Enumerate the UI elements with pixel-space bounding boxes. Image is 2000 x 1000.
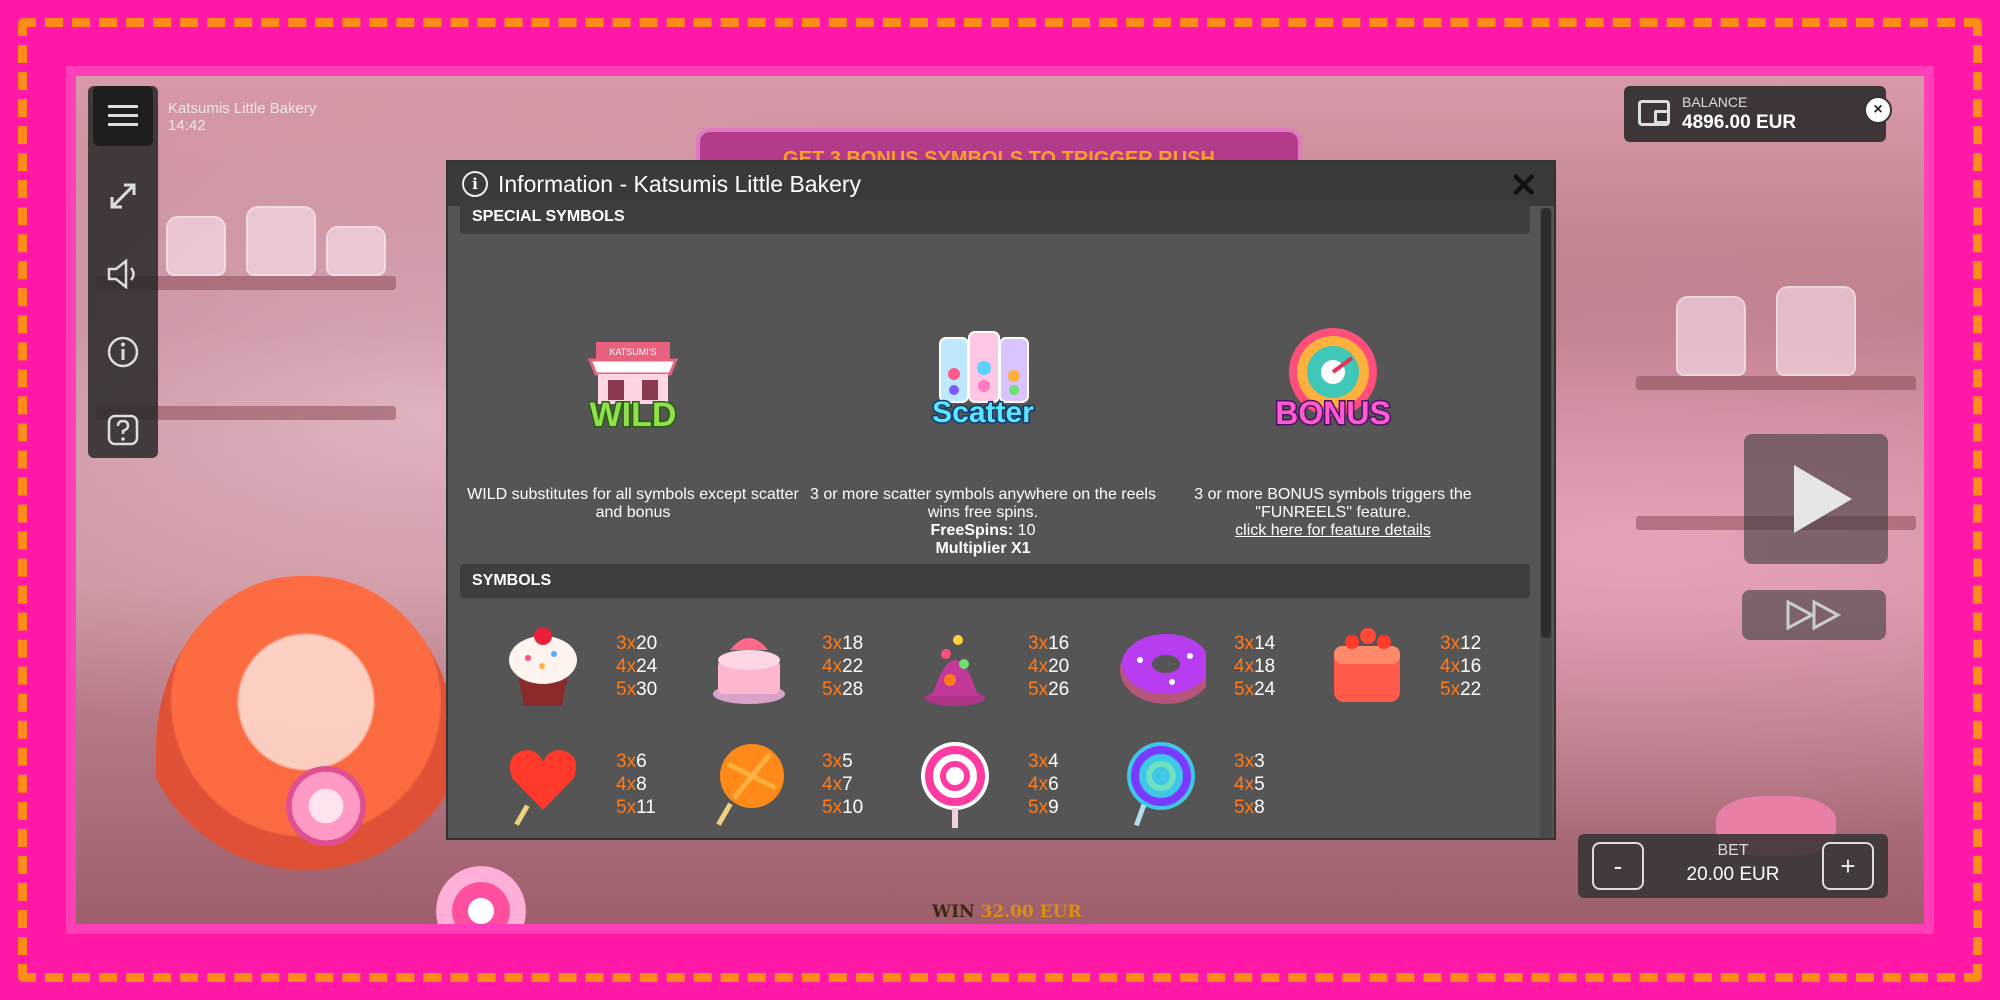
svg-text:KATSUMI'S: KATSUMI'S bbox=[609, 347, 656, 357]
menu-button[interactable] bbox=[93, 86, 153, 146]
modal-title: Information - Katsumis Little Bakery bbox=[498, 170, 862, 197]
bonus-description: 3 or more BONUS symbols triggers the "FU… bbox=[1194, 486, 1472, 521]
paytable-item-jelly-cube: 3x12 4x16 5x22 bbox=[1322, 620, 1528, 720]
pay-values: 3x18 4x22 5x28 bbox=[822, 633, 864, 700]
pay-values: 3x12 4x16 5x22 bbox=[1440, 633, 1482, 700]
hamburger-icon bbox=[108, 105, 138, 126]
donut-icon bbox=[1120, 634, 1206, 704]
balance-value: 4896.00 EUR bbox=[1682, 112, 1797, 133]
side-menu bbox=[88, 86, 158, 458]
scatter-label: Scatter bbox=[932, 396, 1034, 429]
paytable-item-donut: 3x14 4x18 5x24 bbox=[1116, 620, 1322, 720]
pay-values: 3x14 4x18 5x24 bbox=[1234, 633, 1276, 700]
bet-panel: - BET 20.00 EUR + bbox=[1578, 834, 1888, 898]
special-symbol-bonus: BONUS 3 or more BONUS symbols triggers t… bbox=[1158, 324, 1508, 540]
speaker-icon bbox=[107, 259, 135, 289]
paytable-item-cake: 3x18 4x22 5x28 bbox=[704, 620, 910, 720]
bg-jar bbox=[1776, 286, 1856, 376]
bg-shelf bbox=[1636, 376, 1916, 390]
pay-values: 3x6 4x8 5x11 bbox=[616, 751, 656, 818]
win-display: WIN 32.00 EUR bbox=[932, 902, 1082, 922]
game-title: Katsumis Little Bakery 14:42 bbox=[168, 100, 316, 134]
wild-symbol-icon: KATSUMI'S WILD bbox=[568, 324, 698, 436]
paytable-item-blue-swirl-lollipop: 3x3 4x5 5x8 bbox=[1116, 738, 1322, 838]
blue-swirl-lollipop-icon bbox=[1127, 742, 1195, 827]
game-area: GET 3 BONUS SYMBOLS TO TRIGGER RUSH Kats… bbox=[76, 76, 1924, 924]
paytable-item-candy-tower: 3x16 4x20 5x26 bbox=[910, 620, 1116, 720]
win-value: 32.00 EUR bbox=[980, 902, 1082, 922]
free-spins-line: FreeSpins: 10 bbox=[808, 522, 1158, 540]
info-icon bbox=[107, 336, 139, 368]
bg-jar bbox=[326, 226, 386, 276]
paytable-item-heart-lollipop: 3x6 4x8 5x11 bbox=[498, 738, 704, 838]
bonus-label: BONUS bbox=[1275, 395, 1391, 431]
help-button[interactable] bbox=[93, 400, 153, 460]
info-modal: i Information - Katsumis Little Bakery ✕… bbox=[446, 160, 1556, 840]
jelly-cube-icon bbox=[1334, 628, 1400, 702]
close-game-button[interactable]: × bbox=[1864, 96, 1892, 124]
wild-description: WILD substitutes for all symbols except … bbox=[467, 486, 799, 521]
paytable-item-pink-swirl-lollipop: 3x4 4x6 5x9 bbox=[910, 738, 1116, 838]
clock: 14:42 bbox=[168, 117, 206, 134]
wallet-icon bbox=[1638, 100, 1670, 126]
pay-values: 3x4 4x6 5x9 bbox=[1028, 751, 1059, 818]
paytable-item-cupcake: 3x20 4x24 5x30 bbox=[498, 620, 704, 720]
pay-values: 3x16 4x20 5x26 bbox=[1028, 633, 1070, 700]
modal-scrollbar[interactable] bbox=[1540, 208, 1552, 838]
special-symbol-wild: KATSUMI'S WILD WILD substitutes for all … bbox=[458, 324, 808, 522]
info-icon: i bbox=[462, 171, 488, 197]
help-icon bbox=[107, 414, 139, 446]
candy-tower-icon bbox=[925, 635, 985, 706]
bg-jar bbox=[166, 216, 226, 276]
bg-jar bbox=[246, 206, 316, 276]
bg-jar bbox=[1676, 296, 1746, 376]
pink-swirl-lollipop-icon bbox=[921, 742, 989, 828]
balance-panel: BALANCE 4896.00 EUR bbox=[1624, 86, 1886, 142]
wild-label: WILD bbox=[590, 396, 677, 434]
free-spins-value: 10 bbox=[1017, 522, 1036, 539]
pay-values: 3x3 4x5 5x8 bbox=[1234, 751, 1265, 818]
bg-lollipop bbox=[436, 866, 526, 924]
free-spins-label: FreeSpins: bbox=[930, 522, 1014, 539]
bet-increase-button[interactable]: + bbox=[1822, 842, 1874, 890]
special-symbol-scatter: Scatter 3 or more scatter symbols anywhe… bbox=[808, 324, 1158, 558]
orange-lollipop-icon bbox=[716, 744, 784, 826]
fast-forward-icon bbox=[1786, 599, 1842, 631]
pay-values: 3x20 4x24 5x30 bbox=[616, 633, 658, 700]
fullscreen-icon bbox=[110, 183, 136, 209]
win-label: WIN bbox=[932, 902, 975, 922]
bonus-symbol-icon: BONUS bbox=[1268, 324, 1398, 434]
sound-button[interactable] bbox=[93, 244, 153, 304]
multiplier-line: Multiplier X1 bbox=[935, 540, 1031, 557]
heart-lollipop-icon bbox=[509, 750, 577, 826]
feature-details-link[interactable]: click here for feature details bbox=[1158, 522, 1508, 540]
play-icon bbox=[1794, 465, 1852, 533]
spin-button[interactable] bbox=[1744, 434, 1888, 564]
fullscreen-button[interactable] bbox=[93, 166, 153, 226]
game-name: Katsumis Little Bakery bbox=[168, 100, 317, 117]
cake-icon bbox=[713, 638, 785, 704]
scatter-description: 3 or more scatter symbols anywhere on th… bbox=[810, 486, 1156, 521]
mascot-girl bbox=[156, 576, 456, 924]
pay-values: 3x5 4x7 5x10 bbox=[822, 751, 864, 818]
symbols-header: SYMBOLS bbox=[460, 564, 1530, 598]
cupcake-icon bbox=[509, 627, 577, 706]
balance-label: BALANCE bbox=[1682, 94, 1748, 110]
modal-body: SPECIAL SYMBOLS KATSUMI'S WILD WILD subs… bbox=[448, 200, 1540, 838]
info-button[interactable] bbox=[93, 322, 153, 382]
scatter-symbol-icon: Scatter bbox=[918, 324, 1048, 434]
scroll-thumb[interactable] bbox=[1541, 208, 1551, 638]
bg-lollipop bbox=[286, 766, 366, 846]
special-symbols-header: SPECIAL SYMBOLS bbox=[460, 200, 1530, 234]
paytable-item-orange-lollipop: 3x5 4x7 5x10 bbox=[704, 738, 910, 838]
turbo-button[interactable] bbox=[1742, 590, 1886, 640]
